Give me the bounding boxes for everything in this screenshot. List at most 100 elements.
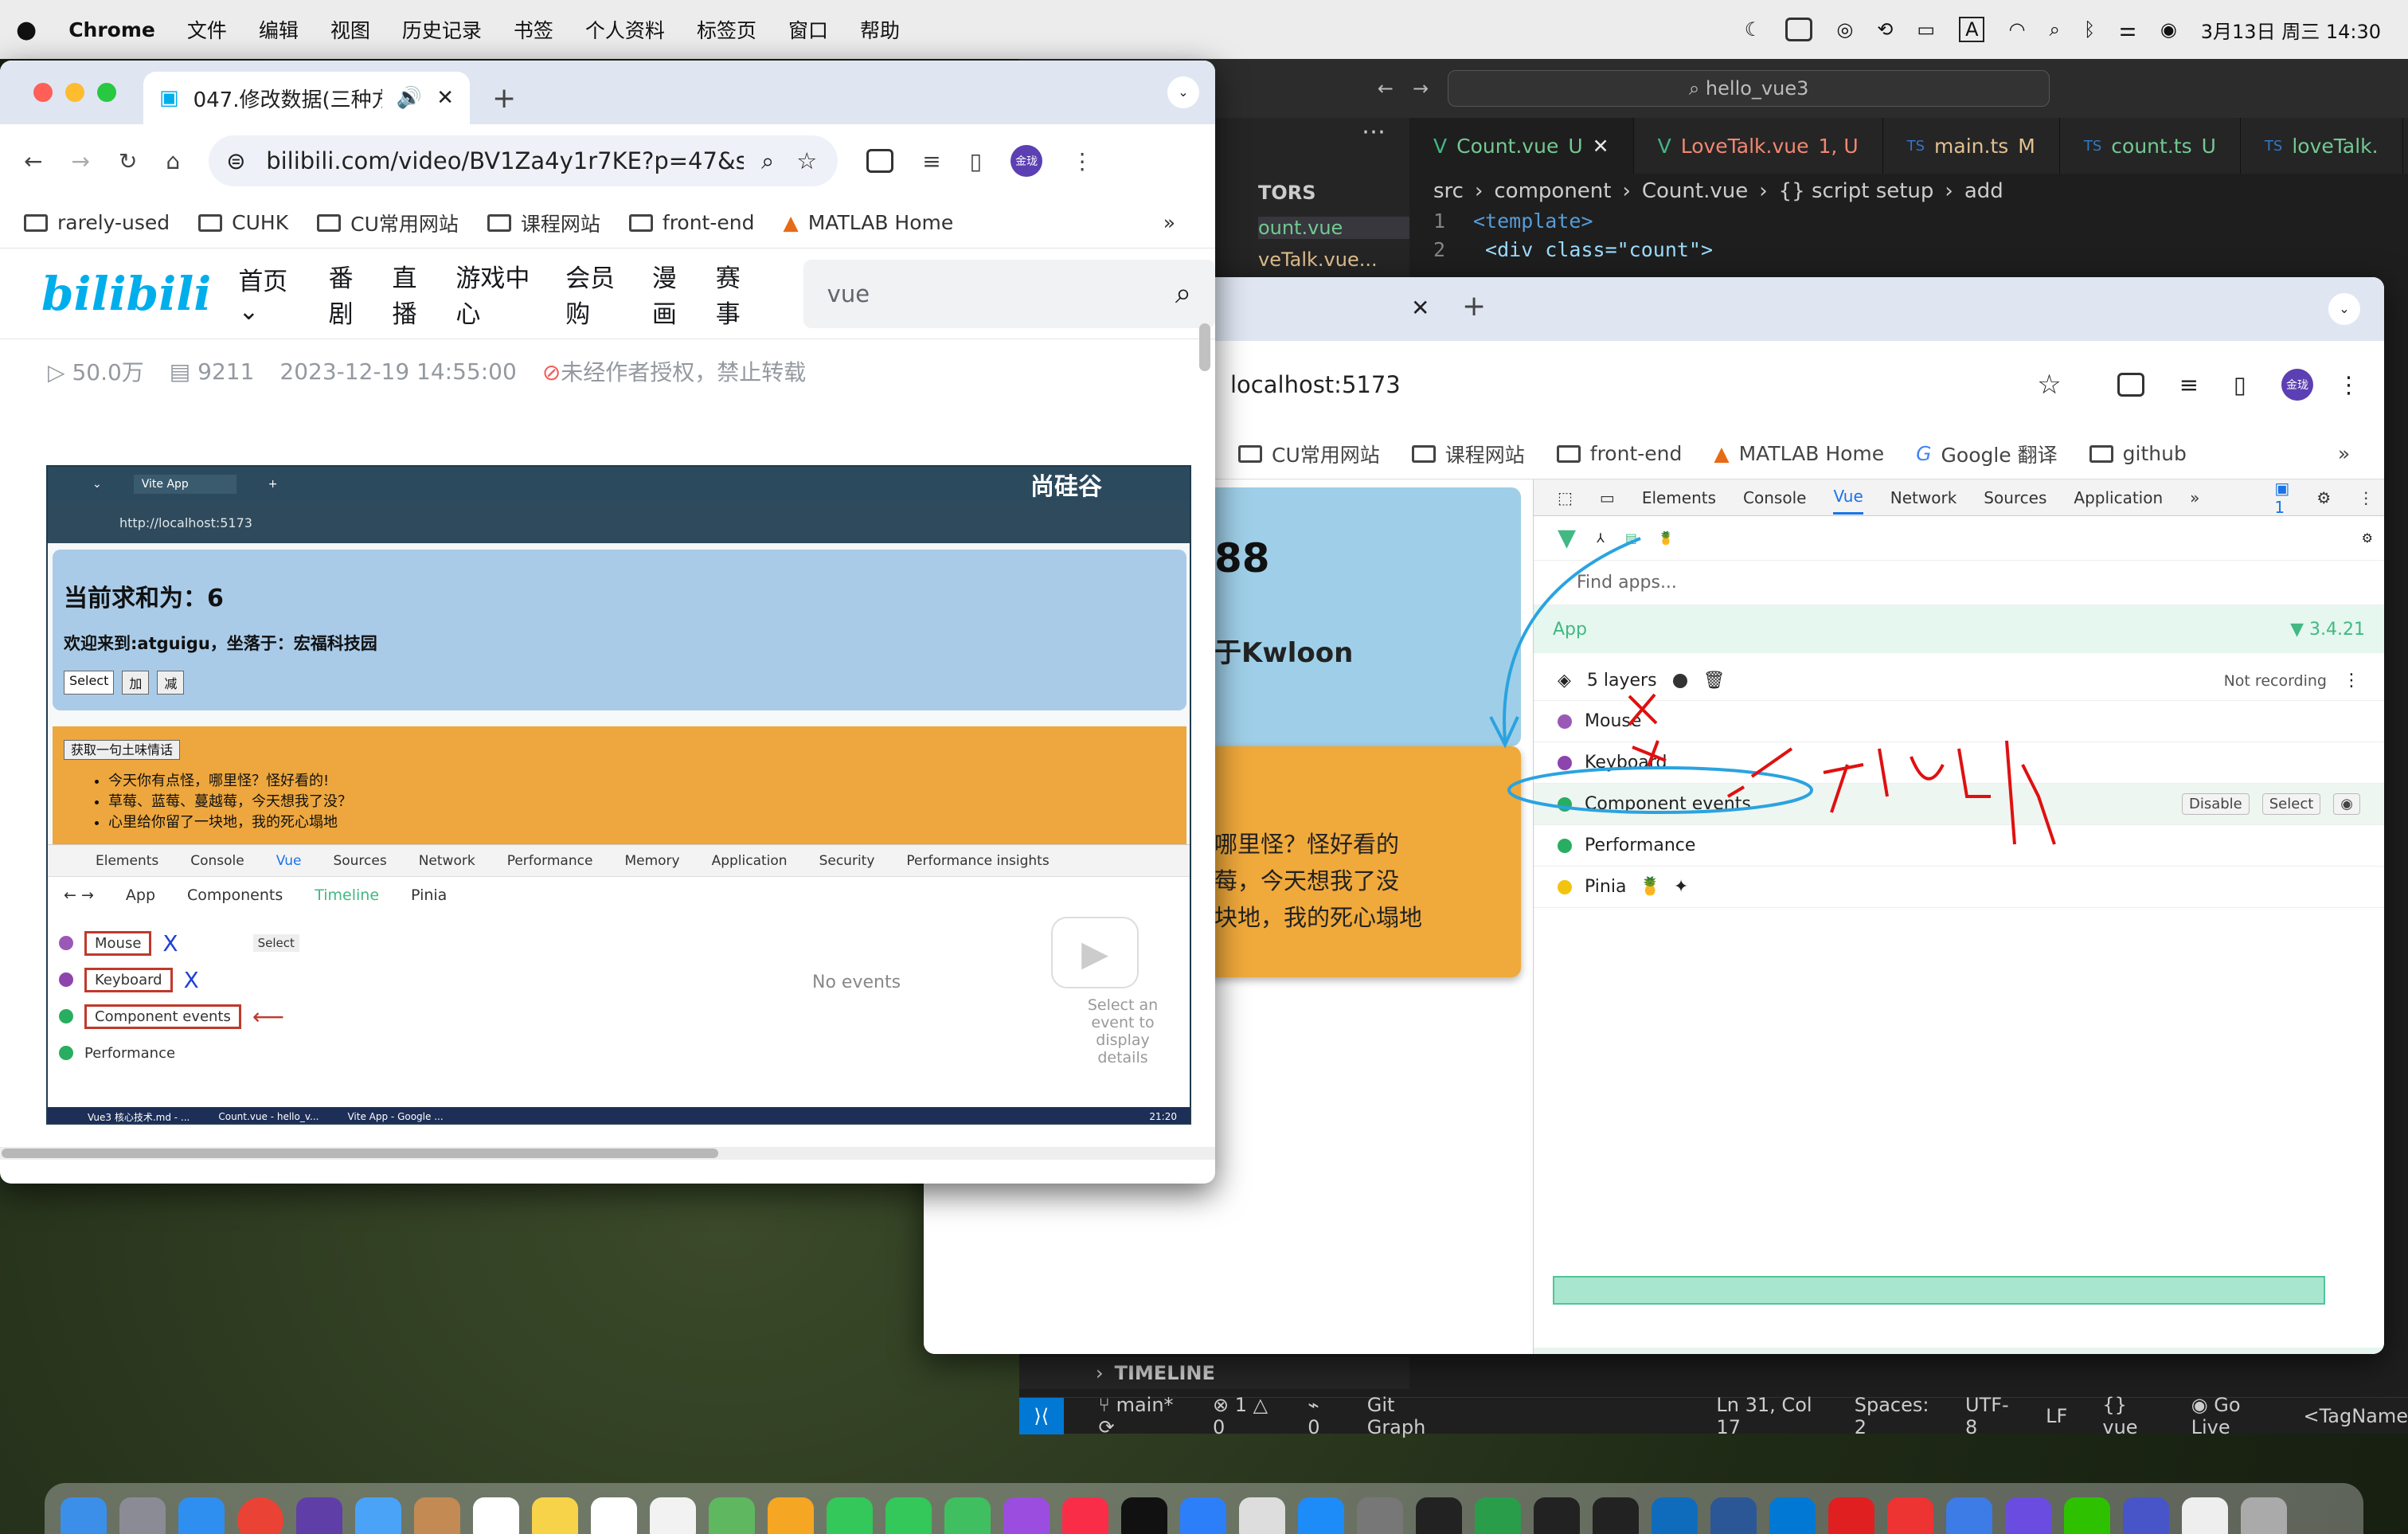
preview-icon[interactable] bbox=[2123, 1497, 2169, 1534]
wifi-icon[interactable]: ◠ bbox=[2008, 18, 2025, 41]
bookmark-item[interactable]: rarely-used bbox=[24, 211, 170, 234]
bookmark-item[interactable]: 课程网站 bbox=[1411, 440, 1525, 468]
ports-status[interactable]: ⌁ 0 bbox=[1308, 1394, 1332, 1438]
notes-icon[interactable] bbox=[532, 1497, 578, 1534]
tab-count-ts[interactable]: TS count.ts U bbox=[2060, 118, 2241, 174]
wechat-icon[interactable]: ◎ bbox=[1836, 18, 1853, 41]
maps-icon[interactable] bbox=[709, 1497, 755, 1534]
record-icon[interactable] bbox=[1672, 673, 1687, 688]
open-editor-item[interactable]: ount.vue bbox=[1258, 217, 1409, 239]
language-status[interactable]: {} vue bbox=[2102, 1394, 2156, 1438]
layer-row-pinia[interactable]: Pinia 🍍 ✦ bbox=[1534, 867, 2384, 908]
tab-lovetalk-vue[interactable]: V LoveTalk.vue 1, U bbox=[1634, 118, 1883, 174]
xmind-icon[interactable] bbox=[1475, 1497, 1521, 1534]
media-icon[interactable]: ≡ bbox=[2179, 371, 2199, 398]
numbers-icon[interactable] bbox=[944, 1497, 991, 1534]
scrollbar[interactable] bbox=[1199, 323, 1210, 371]
facetime-icon[interactable] bbox=[827, 1497, 873, 1534]
menu-icon[interactable]: ⋮ bbox=[2337, 371, 2360, 398]
bookmark-item[interactable]: github bbox=[2089, 442, 2187, 465]
url-bar[interactable]: ⊜ bilibili.com/video/BV1Za4y1r7KE?p=47&s… bbox=[209, 135, 838, 186]
nav-anime[interactable]: 番剧 bbox=[329, 258, 375, 330]
menu-history[interactable]: 历史记录 bbox=[386, 15, 498, 44]
code-editor[interactable]: 1 <template> 2 <div class="count"> bbox=[1433, 207, 1713, 264]
menu-icon[interactable]: ⋮ bbox=[1071, 148, 1093, 174]
bilibili-logo[interactable]: bilibili bbox=[41, 267, 211, 321]
messages-icon[interactable] bbox=[885, 1497, 932, 1534]
more-icon[interactable]: ⋯ bbox=[1362, 118, 1386, 146]
layer-row-performance[interactable]: Performance bbox=[1534, 825, 2384, 867]
siri-icon[interactable]: ◉ bbox=[2160, 18, 2177, 41]
disable-button[interactable]: Disable bbox=[2181, 793, 2250, 815]
bookmark-star-icon[interactable]: ☆ bbox=[796, 147, 817, 174]
nav-home[interactable]: 首页 ⌄ bbox=[238, 261, 311, 326]
timeline-section[interactable]: › TIMELINE bbox=[1019, 1357, 1409, 1389]
menu-file[interactable]: 文件 bbox=[171, 15, 243, 44]
minimize-window-button[interactable] bbox=[65, 83, 84, 102]
bookmark-item[interactable]: 课程网站 bbox=[487, 209, 600, 237]
tab-application[interactable]: Application bbox=[2074, 488, 2163, 507]
menu-tabs[interactable]: 标签页 bbox=[681, 15, 772, 44]
safari-icon[interactable] bbox=[178, 1497, 225, 1534]
more-bookmarks-icon[interactable]: » bbox=[2338, 442, 2350, 465]
close-icon[interactable]: ✕ bbox=[1593, 135, 1609, 158]
menu-profiles[interactable]: 个人资料 bbox=[569, 15, 681, 44]
menu-app-name[interactable]: Chrome bbox=[53, 18, 171, 41]
avatar[interactable]: 金珑 bbox=[2281, 369, 2313, 401]
system-settings-icon[interactable] bbox=[1357, 1497, 1403, 1534]
tab-search-icon[interactable]: ⌄ bbox=[1167, 76, 1199, 108]
settings-icon[interactable]: ⚙ bbox=[2316, 488, 2331, 507]
close-window-button[interactable] bbox=[33, 83, 53, 102]
launchpad-icon[interactable] bbox=[119, 1497, 166, 1534]
close-tab-icon[interactable]: ✕ bbox=[436, 86, 454, 110]
command-center-search[interactable]: ⌕ hello_vue3 bbox=[1448, 70, 2050, 107]
menu-edit[interactable]: 编辑 bbox=[243, 15, 315, 44]
reload-icon[interactable]: ↻ bbox=[119, 148, 137, 174]
new-tab-icon[interactable]: + bbox=[492, 82, 516, 115]
avatar[interactable]: 金珑 bbox=[1010, 145, 1043, 177]
pycharm-icon[interactable] bbox=[1593, 1497, 1639, 1534]
menu-help[interactable]: 帮助 bbox=[844, 15, 916, 44]
photos-icon[interactable] bbox=[768, 1497, 814, 1534]
bookmark-item[interactable]: ▲ MATLAB Home bbox=[783, 211, 953, 234]
podcasts-icon[interactable] bbox=[1003, 1497, 1050, 1534]
time-machine-icon[interactable]: ⟲ bbox=[1877, 18, 1893, 41]
search-input[interactable]: vue ⌕ bbox=[803, 259, 1215, 328]
horizontal-scrollbar[interactable] bbox=[0, 1147, 1215, 1160]
music-icon[interactable] bbox=[1062, 1497, 1108, 1534]
tab-bilibili[interactable]: ▣ 047.修改数据(三种方式)_哔 🔊 ✕ bbox=[143, 72, 470, 124]
tab-network[interactable]: Network bbox=[1890, 488, 1957, 507]
calendar-icon[interactable] bbox=[473, 1497, 519, 1534]
eol-status[interactable]: LF bbox=[2046, 1405, 2067, 1427]
battery-icon[interactable]: ▭ bbox=[1917, 18, 1935, 41]
tab-sources[interactable]: Sources bbox=[1984, 488, 2046, 507]
chrome-icon[interactable] bbox=[237, 1497, 283, 1534]
tab-vue[interactable]: Vue bbox=[1833, 480, 1863, 515]
cursor-position[interactable]: Ln 31, Col 17 bbox=[1716, 1394, 1819, 1438]
hide-icon[interactable]: ◉ bbox=[2333, 793, 2360, 815]
nav-match[interactable]: 赛事 bbox=[716, 258, 762, 330]
menu-clock[interactable]: 3月13日 周三 14:30 bbox=[2201, 16, 2381, 44]
siri-icon[interactable] bbox=[296, 1497, 342, 1534]
problems-status[interactable]: ⊗ 1 △ 0 bbox=[1213, 1394, 1272, 1438]
pinia-icon[interactable]: 🍍 bbox=[1658, 530, 1674, 546]
screen-mirror-icon[interactable] bbox=[1785, 18, 1813, 41]
bookmark-item[interactable]: front-end bbox=[1556, 442, 1682, 465]
nav-back-icon[interactable]: ← bbox=[1378, 77, 1394, 100]
menu-icon[interactable]: ⋮ bbox=[2343, 671, 2360, 691]
select-button[interactable]: Select bbox=[2261, 793, 2321, 815]
tagname-status[interactable]: <TagName bbox=[2303, 1405, 2408, 1427]
media-icon[interactable]: ≡ bbox=[922, 148, 940, 174]
control-center-icon[interactable]: ⚌ bbox=[2119, 18, 2136, 41]
encoding-status[interactable]: UTF-8 bbox=[1965, 1394, 2011, 1438]
nav-forward-icon[interactable]: → bbox=[1413, 77, 1429, 100]
tab-search-icon[interactable]: ⌄ bbox=[2328, 293, 2360, 325]
extensions-icon[interactable] bbox=[866, 149, 894, 173]
tab-elements[interactable]: Elements bbox=[1642, 488, 1716, 507]
finder-icon[interactable] bbox=[61, 1497, 107, 1534]
audio-icon[interactable]: 🔊 bbox=[397, 86, 422, 110]
layer-row-keyboard[interactable]: Keyboard bbox=[1534, 742, 2384, 784]
menu-view[interactable]: 视图 bbox=[315, 15, 386, 44]
layer-row-mouse[interactable]: Mouse bbox=[1534, 701, 2384, 742]
menu-window[interactable]: 窗口 bbox=[772, 15, 844, 44]
